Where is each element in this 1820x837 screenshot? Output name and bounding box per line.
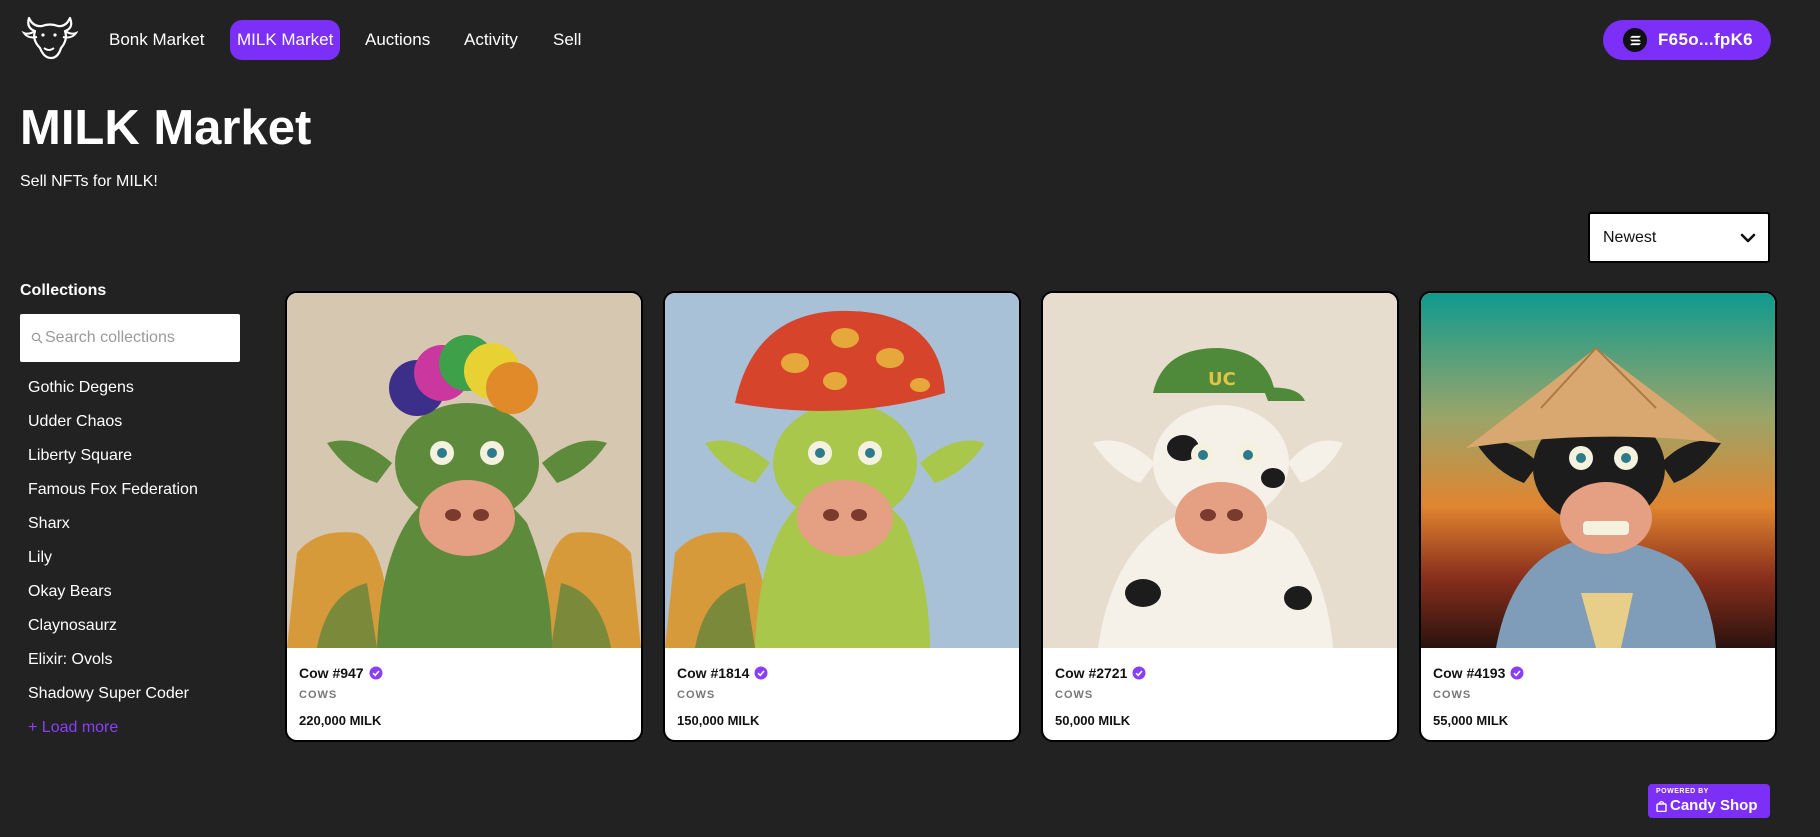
collections-list: Gothic Degens Udder Chaos Liberty Square… xyxy=(28,374,258,748)
nft-price: 150,000 MILK xyxy=(677,713,760,728)
nft-collection-label: COWS xyxy=(677,689,716,701)
nft-card[interactable]: Cow #1814 COWS 150,000 MILK xyxy=(663,291,1021,742)
wallet-button[interactable]: F65o...fpK6 xyxy=(1603,20,1771,60)
search-collections-input[interactable] xyxy=(45,329,230,347)
nft-image xyxy=(1421,293,1775,648)
collection-item-shadowy-super-coder[interactable]: Shadowy Super Coder xyxy=(28,680,258,714)
collection-item-famous-fox-federation[interactable]: Famous Fox Federation xyxy=(28,476,258,510)
verified-badge-icon xyxy=(369,666,383,680)
nft-collection-label: COWS xyxy=(1055,689,1094,701)
nft-collection-label: COWS xyxy=(299,689,338,701)
sort-selected-value: Newest xyxy=(1603,229,1657,246)
collection-item-sharx[interactable]: Sharx xyxy=(28,510,258,544)
page-title: MILK Market xyxy=(20,101,312,155)
collections-heading: Collections xyxy=(20,282,107,299)
verified-badge-icon xyxy=(1132,666,1146,680)
powered-by-candy-shop-badge[interactable]: POWERED BY Candy Shop xyxy=(1648,784,1770,818)
collection-item-gothic-degens[interactable]: Gothic Degens xyxy=(28,374,258,408)
nft-price: 50,000 MILK xyxy=(1055,713,1131,728)
nav-bonk-market[interactable]: Bonk Market xyxy=(102,20,211,60)
collection-item-okay-bears[interactable]: Okay Bears xyxy=(28,578,258,612)
nft-image xyxy=(665,293,1019,648)
nft-name: Cow #1814 xyxy=(677,665,750,681)
collection-item-elixir-ovols[interactable]: Elixir: Ovols xyxy=(28,646,258,680)
nav-milk-market[interactable]: MILK Market xyxy=(230,20,341,60)
powered-by-label: POWERED BY xyxy=(1656,788,1709,795)
nft-collection-label: COWS xyxy=(1433,689,1472,701)
verified-badge-icon xyxy=(754,666,768,680)
chevron-down-icon xyxy=(1740,233,1756,243)
nft-image xyxy=(287,293,641,648)
nft-name: Cow #2721 xyxy=(1055,665,1128,681)
sort-dropdown[interactable]: Newest xyxy=(1588,212,1770,263)
page-subtitle: Sell NFTs for MILK! xyxy=(20,173,158,190)
nft-price: 220,000 MILK xyxy=(299,713,382,728)
nav-sell[interactable]: Sell xyxy=(546,20,588,60)
solana-icon xyxy=(1623,28,1647,52)
nft-card[interactable]: Cow #947 COWS 220,000 MILK xyxy=(285,291,643,742)
svg-text:UC: UC xyxy=(1208,369,1236,390)
collection-item-lily[interactable]: Lily xyxy=(28,544,258,578)
nft-price: 55,000 MILK xyxy=(1433,713,1509,728)
load-more-link[interactable]: + Load more xyxy=(28,714,258,748)
search-icon xyxy=(31,332,43,344)
shopping-bag-icon xyxy=(1656,800,1667,812)
cow-logo-icon[interactable] xyxy=(20,14,79,62)
collection-item-claynosaurz[interactable]: Claynosaurz xyxy=(28,612,258,646)
verified-badge-icon xyxy=(1510,666,1524,680)
nft-card[interactable]: Cow #4193 COWS 55,000 MILK xyxy=(1419,291,1777,742)
nft-name: Cow #4193 xyxy=(1433,665,1506,681)
powered-by-brand-name: Candy Shop xyxy=(1670,797,1758,814)
top-nav: Bonk Market MILK Market Auctions Activit… xyxy=(0,0,1820,80)
wallet-address: F65o...fpK6 xyxy=(1658,30,1753,49)
nav-activity[interactable]: Activity xyxy=(457,20,525,60)
nft-image: UC xyxy=(1043,293,1397,648)
collection-item-udder-chaos[interactable]: Udder Chaos xyxy=(28,408,258,442)
nav-auctions[interactable]: Auctions xyxy=(358,20,437,60)
collection-item-liberty-square[interactable]: Liberty Square xyxy=(28,442,258,476)
nft-card[interactable]: UC Cow #2721 COWS 50,000 MILK xyxy=(1041,291,1399,742)
nft-name: Cow #947 xyxy=(299,665,364,681)
collection-search xyxy=(20,314,240,362)
